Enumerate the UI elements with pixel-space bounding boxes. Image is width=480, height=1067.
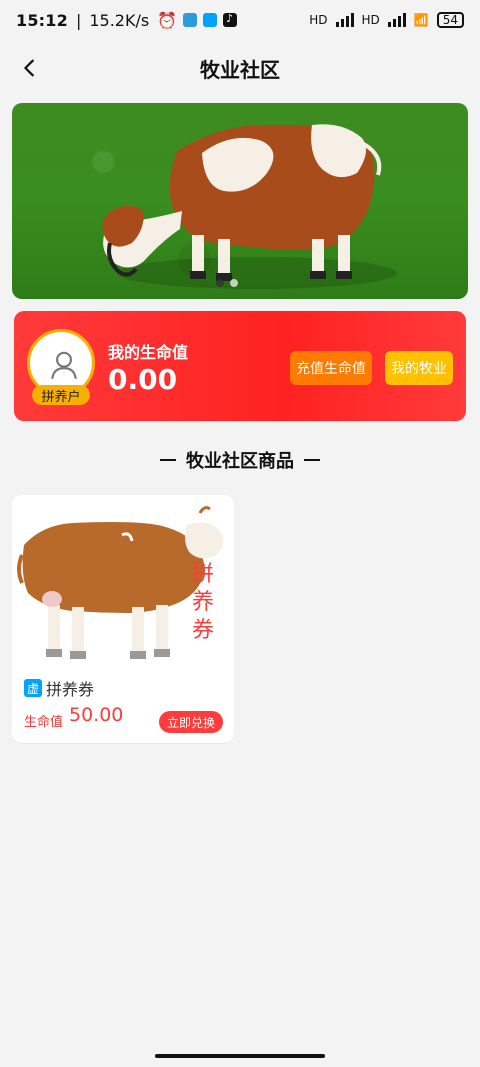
section-divider-left bbox=[160, 459, 176, 461]
product-image-char: 券 bbox=[192, 618, 215, 643]
redeem-button[interactable]: 立即兑换 bbox=[159, 711, 223, 733]
status-separator: | bbox=[75, 10, 82, 30]
upload-icon bbox=[203, 13, 218, 27]
product-image-text: 拼 养 券 bbox=[192, 561, 214, 645]
user-role-badge: 拼养户 bbox=[32, 385, 90, 405]
section-title: 牧业社区商品 bbox=[0, 446, 480, 474]
back-button[interactable] bbox=[16, 54, 44, 82]
recharge-life-button[interactable]: 充值生命值 bbox=[290, 351, 372, 385]
alarm-icon: ⏰ bbox=[157, 10, 178, 30]
page-title: 牧业社区 bbox=[200, 57, 280, 82]
hd-label: HD bbox=[309, 13, 328, 27]
life-value: 0.00 bbox=[108, 363, 178, 396]
virtual-badge: 虚 bbox=[24, 679, 42, 697]
network-speed: 15.2K/s bbox=[89, 10, 150, 30]
battery-level: 54 bbox=[442, 13, 458, 27]
home-indicator[interactable] bbox=[155, 1054, 325, 1058]
product-image-char: 养 bbox=[192, 590, 215, 615]
my-farm-button[interactable]: 我的牧业 bbox=[385, 351, 453, 385]
signal-icon bbox=[335, 13, 354, 27]
section-divider-right bbox=[304, 459, 320, 461]
cow-illustration bbox=[102, 124, 397, 289]
product-image-char: 拼 bbox=[192, 562, 215, 587]
status-icons: ⏰ bbox=[157, 10, 238, 30]
nav-bar: 牧业社区 bbox=[0, 42, 480, 94]
life-value-card: 拼养户 我的生命值 0.00 充值生命值 我的牧业 bbox=[14, 311, 466, 421]
user-icon bbox=[51, 351, 77, 379]
tiktok-icon bbox=[223, 12, 238, 27]
status-right: HD HD 📶 54 bbox=[309, 12, 464, 28]
price-label: 生命值 bbox=[24, 715, 64, 730]
battery-indicator: 54 bbox=[436, 12, 464, 28]
price-value: 50.00 bbox=[69, 704, 124, 726]
product-image: 拼 养 券 bbox=[12, 495, 234, 663]
product-name: 拼养券 bbox=[46, 680, 95, 699]
chevron-left-icon bbox=[24, 59, 34, 77]
carousel-dot bbox=[230, 279, 238, 287]
app-bird-icon bbox=[183, 13, 198, 27]
banner-carousel[interactable] bbox=[12, 103, 468, 299]
product-card[interactable]: 拼 养 券 虚 拼养券 生命值 50.00 立即兑换 bbox=[12, 495, 234, 743]
wifi-icon: 📶 bbox=[413, 13, 429, 27]
status-left: 15:12 | 15.2K/s ⏰ bbox=[16, 10, 238, 30]
section-title-text: 牧业社区商品 bbox=[186, 451, 294, 472]
carousel-dot-active bbox=[216, 279, 224, 287]
signal-icon bbox=[387, 13, 406, 27]
status-time: 15:12 bbox=[16, 10, 68, 30]
hd-label: HD bbox=[361, 13, 380, 27]
status-bar: 15:12 | 15.2K/s ⏰ HD HD 📶 54 bbox=[0, 0, 480, 40]
carousel-dots bbox=[216, 279, 238, 287]
life-value-label: 我的生命值 bbox=[108, 343, 189, 362]
